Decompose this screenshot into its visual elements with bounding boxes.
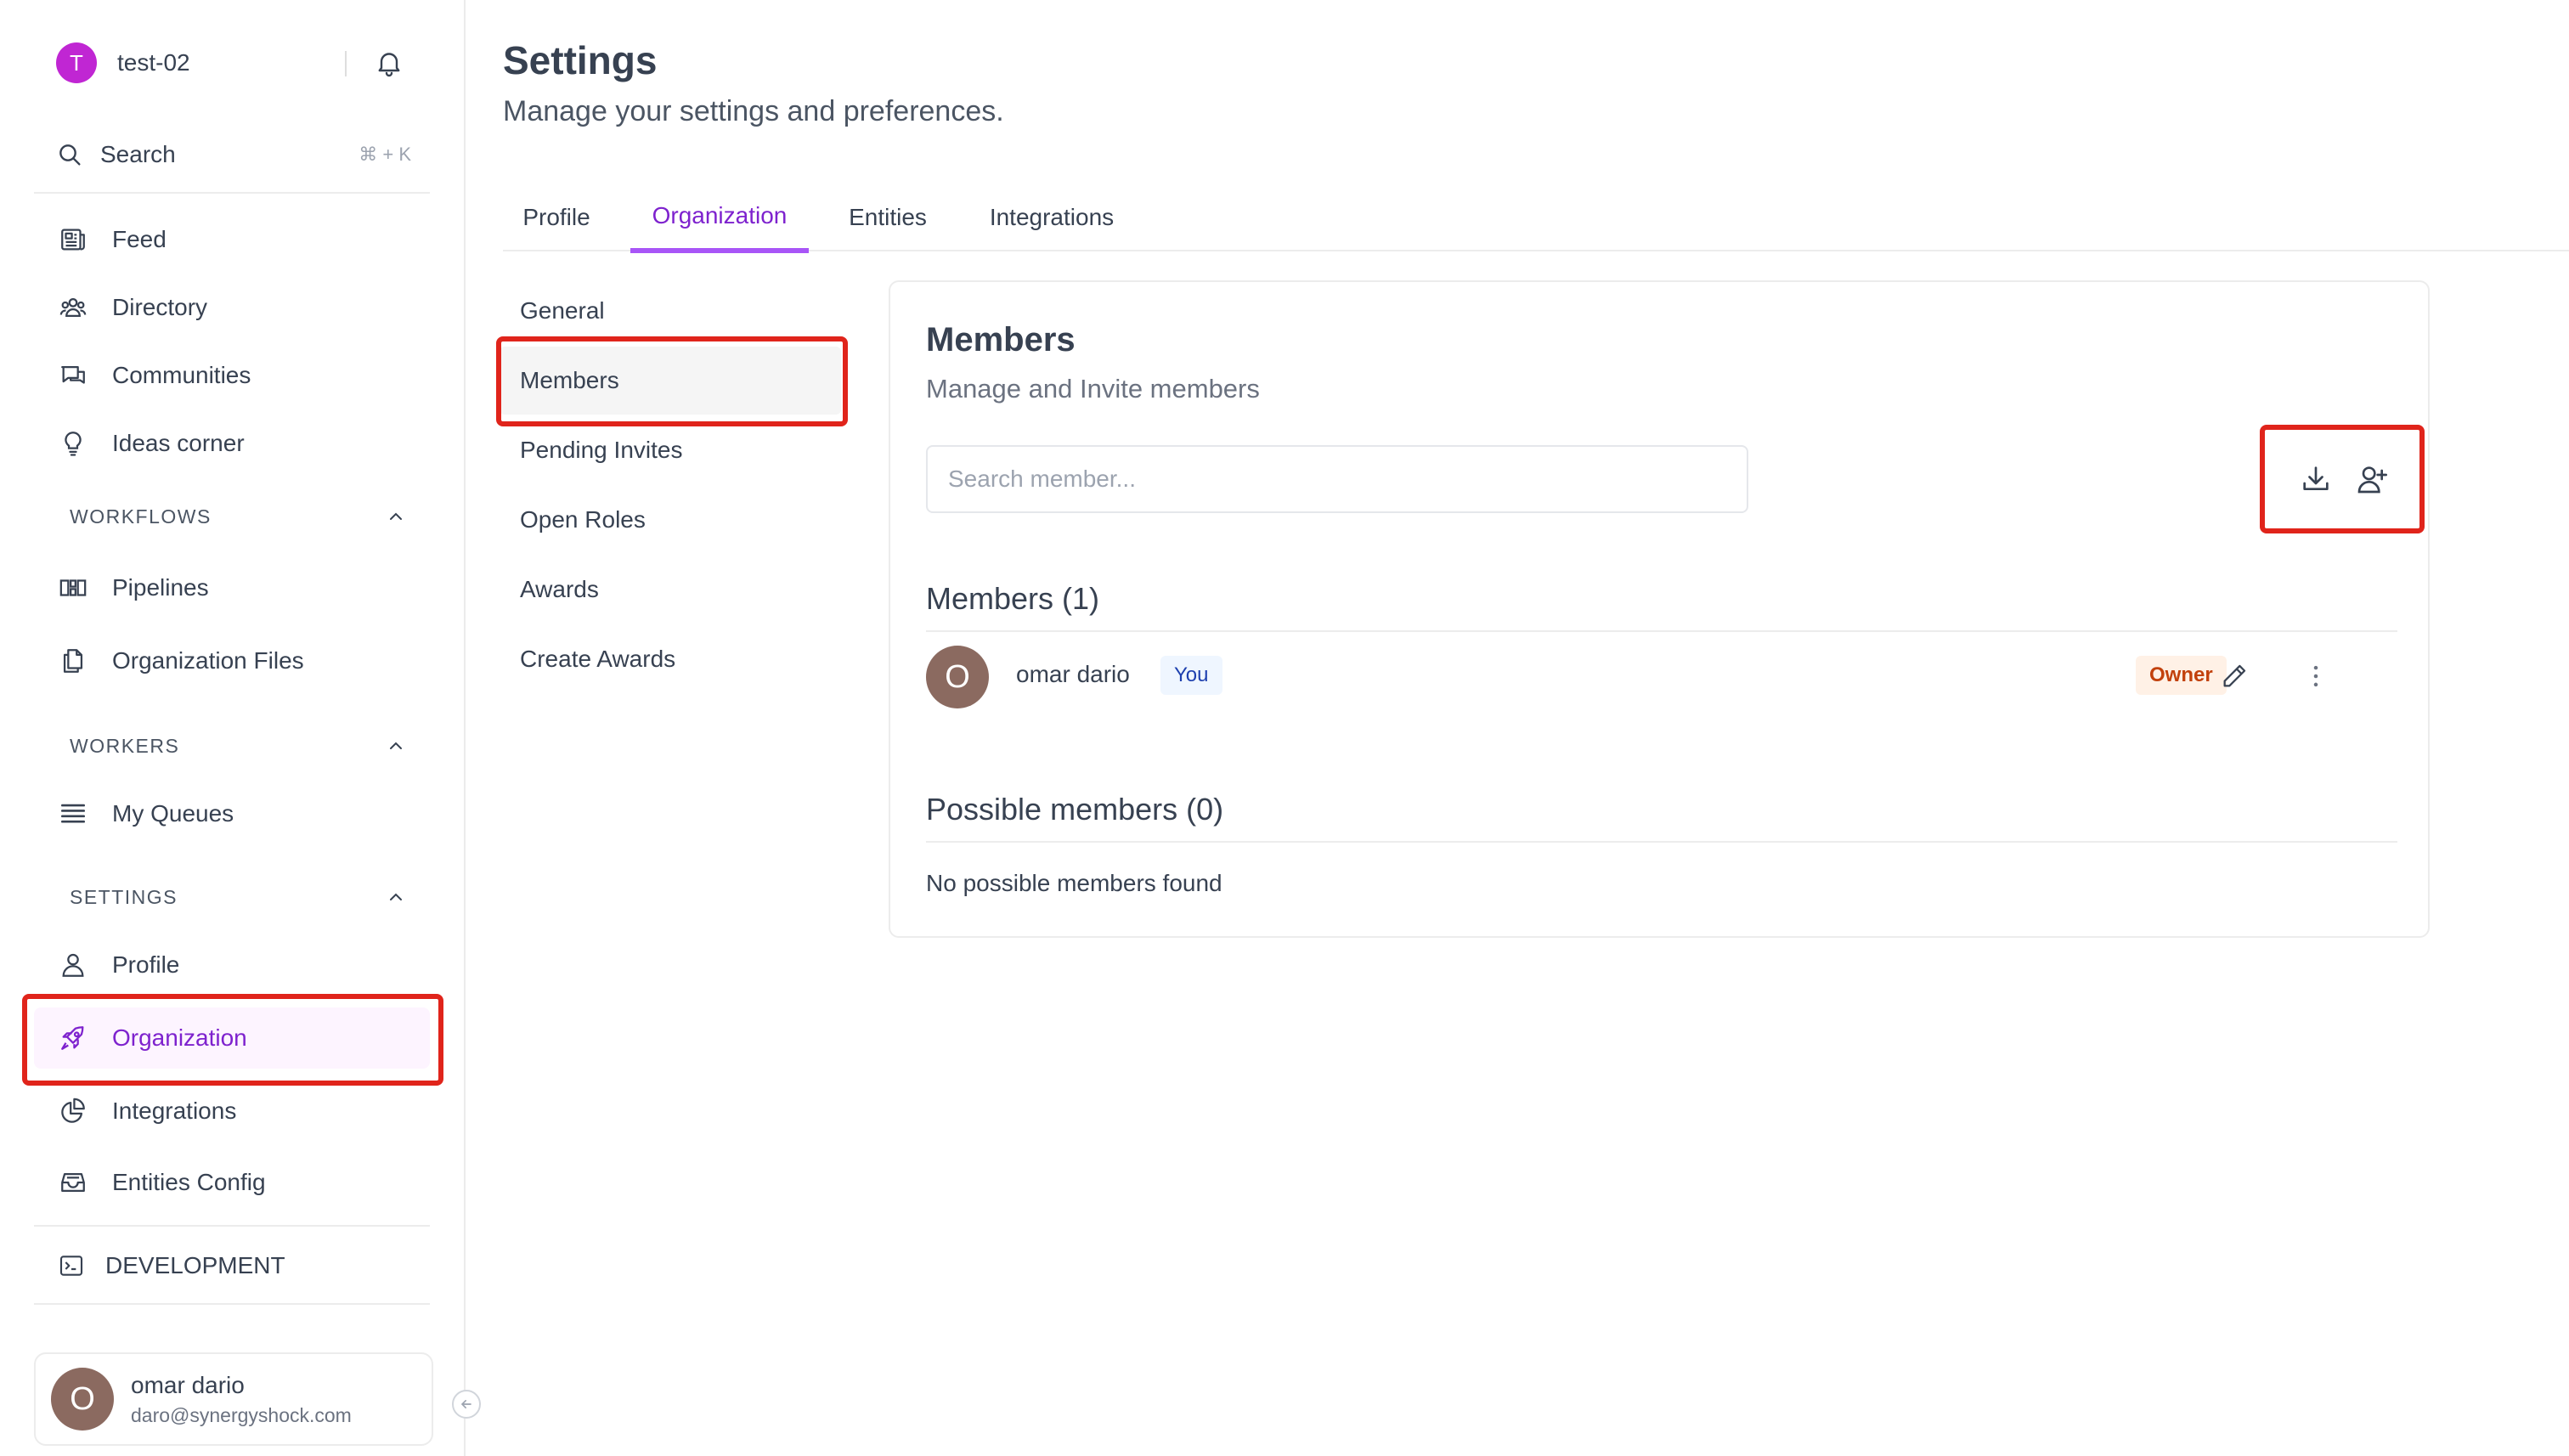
rocket-icon [56,1021,90,1055]
queue-list-icon [56,797,90,831]
sidebar-item-ideas-corner[interactable]: Ideas corner [34,413,430,474]
divider [34,1303,430,1305]
sidebar-item-pipelines[interactable]: Pipelines [34,557,430,618]
divider [34,1225,430,1227]
bell-icon[interactable] [374,48,404,78]
pipeline-icon [56,571,90,605]
collapse-sidebar-button[interactable] [452,1390,481,1419]
lightbulb-icon [56,426,90,460]
sidebar-item-label: Entities Config [112,1169,266,1195]
workspace-name[interactable]: test-02 [117,49,190,76]
avatar: O [51,1368,114,1431]
more-options-button[interactable] [2294,654,2338,698]
sidebar-item-development[interactable]: DEVELOPMENT [34,1235,430,1296]
possible-members-empty: No possible members found [926,870,1222,896]
sidebar-item-label: Ideas corner [112,430,245,456]
highlight-box [2260,425,2425,533]
divider [345,51,347,76]
divider [926,841,2397,843]
invite-member-button[interactable] [2350,457,2394,501]
tab-integrations[interactable]: Integrations [975,183,1128,251]
search-icon [56,141,83,168]
subnav-awards[interactable]: Awards [500,556,841,624]
section-header-workers[interactable]: WORKERS [70,729,406,763]
chevron-up-icon[interactable] [386,887,406,907]
sidebar-item-directory[interactable]: Directory [34,277,430,338]
pencil-icon [2220,662,2249,691]
subnav-open-roles[interactable]: Open Roles [500,486,841,554]
chat-bubbles-icon [56,358,90,392]
sidebar-item-label: DEVELOPMENT [105,1252,285,1278]
page-subtitle: Manage your settings and preferences. [503,95,1004,127]
member-name: omar dario [1016,661,1130,687]
divider [926,630,2397,632]
sidebar-item-label: Feed [112,226,167,252]
section-label: SETTINGS [70,885,178,908]
pie-chart-icon [56,1094,90,1128]
sidebar-item-entities-config[interactable]: Entities Config [34,1152,430,1213]
user-email: daro@synergyshock.com [131,1403,352,1426]
workspace-switcher[interactable]: T test-02 [56,41,413,85]
user-plus-icon [2355,462,2389,496]
members-card: Members Manage and Invite members Member… [889,280,2430,938]
divider [34,192,430,194]
card-title: Members [926,321,1076,358]
search-shortcut: ⌘ + K [359,144,411,165]
edit-member-button[interactable] [2212,654,2256,698]
current-user-card[interactable]: O omar dario daro@synergyshock.com [34,1352,433,1446]
you-badge: You [1160,656,1222,695]
sidebar-item-label: Communities [112,362,251,388]
user-name: omar dario [131,1371,245,1398]
avatar: O [926,646,989,708]
more-vertical-icon [2301,662,2330,691]
settings-tabs: Profile Organization Entities Integratio… [503,183,2569,253]
sidebar-item-profile[interactable]: Profile [34,934,430,996]
tab-profile[interactable]: Profile [503,183,610,251]
section-label: WORKFLOWS [70,505,212,528]
inbox-stack-icon [56,1165,90,1199]
sidebar-item-organization-files[interactable]: Organization Files [34,630,430,691]
sidebar-item-label: Directory [112,294,208,320]
sidebar-item-label: Organization Files [112,647,304,674]
section-label: WORKERS [70,734,180,757]
section-header-settings[interactable]: SETTINGS [70,880,406,914]
possible-members-heading: Possible members (0) [926,792,1224,827]
search-member-input[interactable] [926,445,1748,513]
download-icon [2299,462,2333,496]
terminal-icon [54,1249,88,1283]
subnav-pending-invites[interactable]: Pending Invites [500,416,841,484]
chevron-up-icon[interactable] [386,506,406,527]
workspace-avatar[interactable]: T [56,42,97,83]
sidebar-item-label: Organization [112,1024,247,1051]
subnav-members[interactable]: Members [500,347,841,415]
user-icon [56,948,90,982]
section-header-workflows[interactable]: WORKFLOWS [70,499,406,533]
sidebar-item-label: Profile [112,951,180,978]
sidebar-search[interactable]: Search ⌘ + K [34,133,430,177]
members-heading: Members (1) [926,581,1100,616]
sidebar-item-communities[interactable]: Communities [34,345,430,406]
sidebar-item-my-queues[interactable]: My Queues [34,783,430,844]
subnav-general[interactable]: General [500,277,841,345]
card-subtitle: Manage and Invite members [926,374,1260,404]
sidebar: T test-02 Search ⌘ + K Feed Directory Co… [0,0,466,1456]
page-title: Settings [503,38,658,82]
tab-entities[interactable]: Entities [834,183,941,251]
sidebar-item-integrations[interactable]: Integrations [34,1081,430,1142]
users-icon [56,291,90,324]
newspaper-icon [56,223,90,257]
arrow-left-icon [458,1396,475,1413]
chevron-up-icon[interactable] [386,736,406,756]
sidebar-item-label: Pipelines [112,574,209,601]
search-label: Search [100,141,176,167]
download-button[interactable] [2294,457,2338,501]
sidebar-item-label: My Queues [112,800,234,827]
files-icon [56,644,90,678]
subnav-create-awards[interactable]: Create Awards [500,625,841,693]
sidebar-item-feed[interactable]: Feed [34,209,430,270]
tab-organization[interactable]: Organization [630,183,809,253]
sidebar-item-organization[interactable]: Organization [34,1007,430,1069]
sidebar-item-label: Integrations [112,1098,237,1124]
